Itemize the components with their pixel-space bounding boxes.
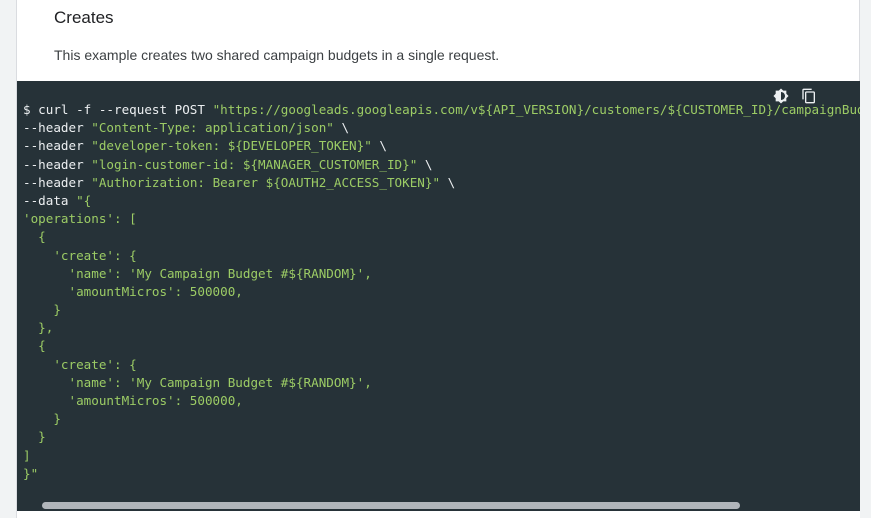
code-line: 'create': { [23, 356, 860, 374]
code-line: } [23, 410, 860, 428]
code-string-token: } [23, 302, 61, 318]
code-line: 'amountMicros': 500000, [23, 392, 860, 410]
code-line: } [23, 301, 860, 319]
code-string-token: "developer-token: ${DEVELOPER_TOKEN}" [91, 138, 372, 154]
horizontal-scrollbar-track[interactable] [17, 501, 860, 511]
code-line: 'create': { [23, 247, 860, 265]
code-string-token: { [23, 229, 46, 245]
code-line: 'operations': [ [23, 210, 860, 228]
code-line: }" [23, 465, 860, 483]
code-string-token: { [23, 338, 46, 354]
code-token: --header [23, 156, 92, 172]
code-token: \ [440, 174, 456, 190]
code-token: --header [23, 174, 92, 190]
card-bottom [17, 511, 860, 518]
code-line: } [23, 428, 860, 446]
section-heading: Creates [54, 8, 114, 27]
code-string-token: 'create': { [23, 356, 137, 372]
code-content[interactable]: $ curl -f --request POST "https://google… [23, 101, 860, 483]
code-string-token: "{ [76, 192, 92, 208]
code-line: ] [23, 447, 860, 465]
code-string-token: } [23, 411, 61, 427]
code-line: $ curl -f --request POST "https://google… [23, 101, 860, 119]
code-line: 'name': 'My Campaign Budget #${RANDOM}', [23, 265, 860, 283]
code-line: }, [23, 319, 860, 337]
code-block: $ curl -f --request POST "https://google… [17, 81, 860, 511]
code-token: --data [23, 192, 77, 208]
code-token: --header [23, 120, 92, 136]
code-line: --data "{ [23, 192, 860, 210]
code-string-token: } [23, 429, 46, 445]
code-line: --header "login-customer-id: ${MANAGER_C… [23, 156, 860, 174]
code-string-token: 'amountMicros': 500000, [23, 393, 243, 408]
horizontal-scrollbar-thumb[interactable] [42, 502, 740, 509]
code-line: { [23, 337, 860, 355]
code-token: \ [371, 138, 387, 154]
code-string-token: "https://googleads.googleapis.com/v${API… [212, 102, 860, 117]
code-line: --header "Authorization: Bearer ${OAUTH2… [23, 174, 860, 192]
code-line: 'name': 'My Campaign Budget #${RANDOM}', [23, 374, 860, 392]
code-string-token: }" [23, 465, 39, 481]
section-description: This example creates two shared campaign… [54, 47, 500, 63]
code-token: $ curl -f --request POST [23, 102, 213, 117]
code-string-token: "Content-Type: application/json" [91, 120, 334, 136]
content-card: Creates This example creates two shared … [16, 0, 860, 518]
code-string-token: 'name': 'My Campaign Budget #${RANDOM}', [23, 265, 372, 281]
code-token: \ [333, 120, 350, 136]
code-string-token: "login-customer-id: ${MANAGER_CUSTOMER_I… [91, 156, 418, 172]
code-token: --header [23, 138, 92, 154]
code-string-token: "Authorization: Bearer ${OAUTH2_ACCESS_T… [91, 174, 441, 190]
code-string-token: }, [23, 320, 54, 336]
code-line: --header "developer-token: ${DEVELOPER_T… [23, 137, 860, 155]
code-string-token: 'create': { [23, 247, 137, 263]
code-string-token: 'name': 'My Campaign Budget #${RANDOM}', [23, 374, 372, 390]
code-token: \ [417, 156, 433, 172]
code-line: --header "Content-Type: application/json… [23, 119, 860, 137]
code-line: { [23, 228, 860, 246]
code-string-token: 'operations': [ [23, 211, 137, 227]
code-string-token: 'amountMicros': 500000, [23, 283, 243, 299]
code-line: 'amountMicros': 500000, [23, 283, 860, 301]
code-string-token: ] [23, 447, 31, 463]
